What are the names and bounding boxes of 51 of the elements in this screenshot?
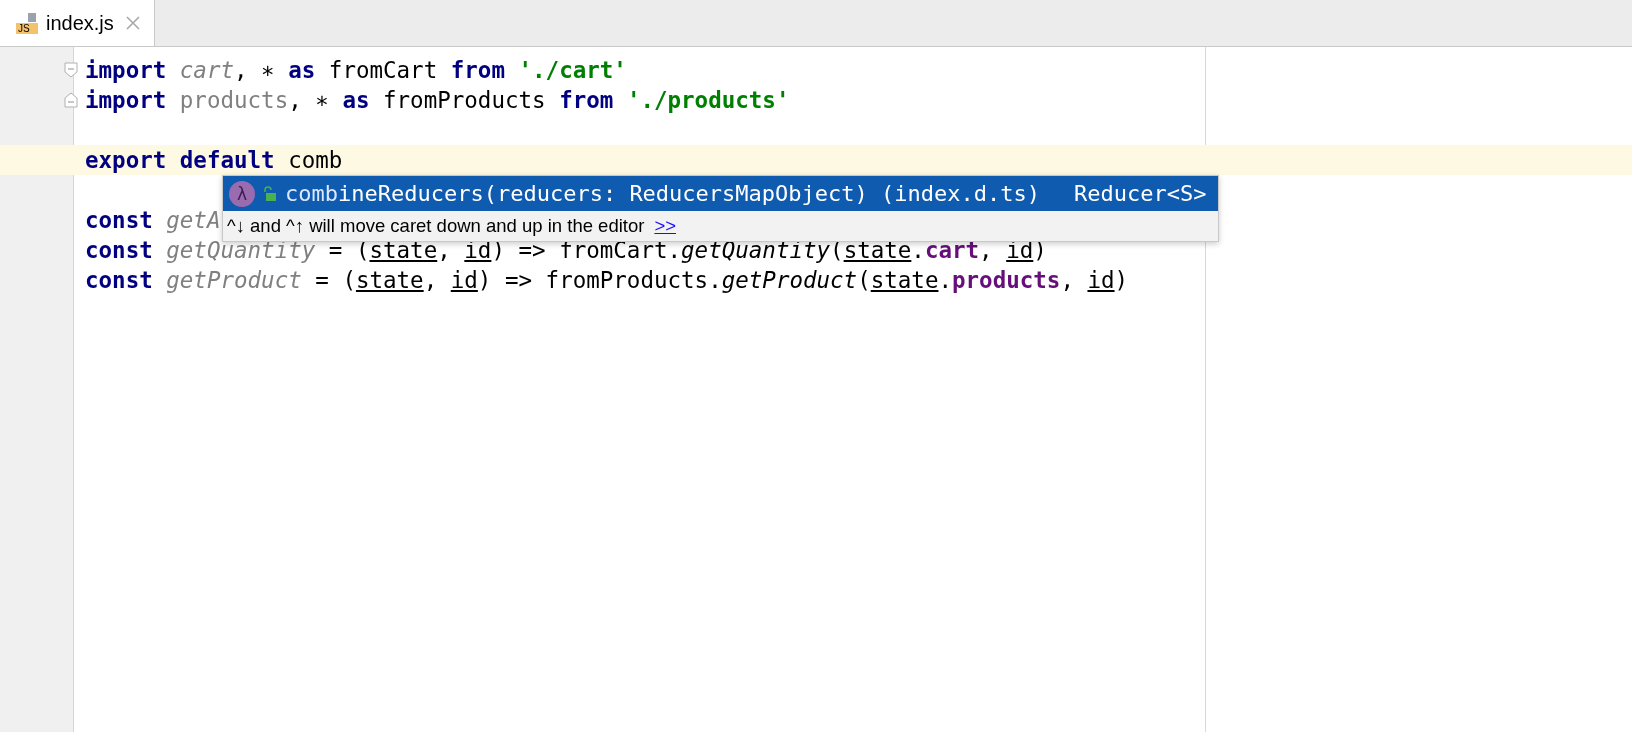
unused-identifier: getQuantity	[166, 237, 316, 263]
string-literal: './products'	[626, 87, 790, 113]
code-text: = (	[314, 267, 356, 293]
unused-identifier: cart	[179, 57, 234, 83]
code-text: , ∗	[234, 57, 276, 83]
keyword: as	[342, 87, 370, 113]
code-text: fromCart	[327, 57, 439, 83]
lambda-icon: λ	[229, 180, 255, 207]
more-link[interactable]: >>	[654, 215, 676, 237]
property-name: cart	[924, 237, 980, 263]
code-text: , ∗	[288, 87, 330, 113]
keyword: const	[85, 207, 154, 233]
file-tab[interactable]: JS index.js	[0, 0, 155, 46]
code-text: )	[1114, 267, 1129, 293]
unused-identifier: products	[179, 87, 289, 113]
string-literal: './cart'	[518, 57, 627, 83]
code-text: ,	[423, 267, 439, 293]
code-text: ,	[979, 237, 994, 263]
unlocked-icon	[263, 185, 277, 202]
code-text: (	[857, 267, 871, 293]
code-text: .	[911, 237, 925, 263]
keyword: import	[85, 57, 168, 83]
keyword: as	[288, 57, 316, 83]
parameter-name: state	[355, 267, 424, 293]
code-text: .	[938, 267, 952, 293]
completion-item[interactable]: λ combineReducers(reducers: ReducersMapObject) (index.d.ts) Reducer<S>	[223, 176, 1219, 211]
unused-identifier: getA	[166, 207, 221, 233]
function-name: getProduct	[721, 267, 858, 293]
code-text: ) => fromProducts.	[477, 267, 722, 293]
code-text: ,	[437, 237, 452, 263]
function-name: getQuantity	[681, 237, 831, 263]
property-name: products	[952, 267, 1061, 293]
code-text: ,	[1060, 267, 1075, 293]
code-text: fromProducts	[382, 87, 547, 113]
parameter-name: state	[843, 237, 912, 263]
unused-identifier: getProduct	[166, 267, 302, 293]
parameter-name: state	[870, 267, 939, 293]
close-icon[interactable]	[125, 16, 140, 30]
parameter-name: state	[369, 237, 438, 263]
keyword: import	[85, 87, 168, 113]
keyword: const	[85, 237, 154, 263]
keyword: from	[559, 87, 615, 113]
fold-marker-icon[interactable]	[64, 62, 78, 78]
code-text: comb	[287, 147, 343, 173]
hint-text: ^↓ and ^↑ will move caret down and up in the editor	[227, 215, 645, 237]
fold-marker-icon[interactable]	[64, 92, 78, 108]
keyword: from	[450, 57, 506, 83]
keyword: const	[85, 267, 154, 293]
keyword: export default	[85, 147, 275, 173]
parameter-name: id	[450, 267, 478, 293]
parameter-name: id	[1087, 267, 1115, 293]
